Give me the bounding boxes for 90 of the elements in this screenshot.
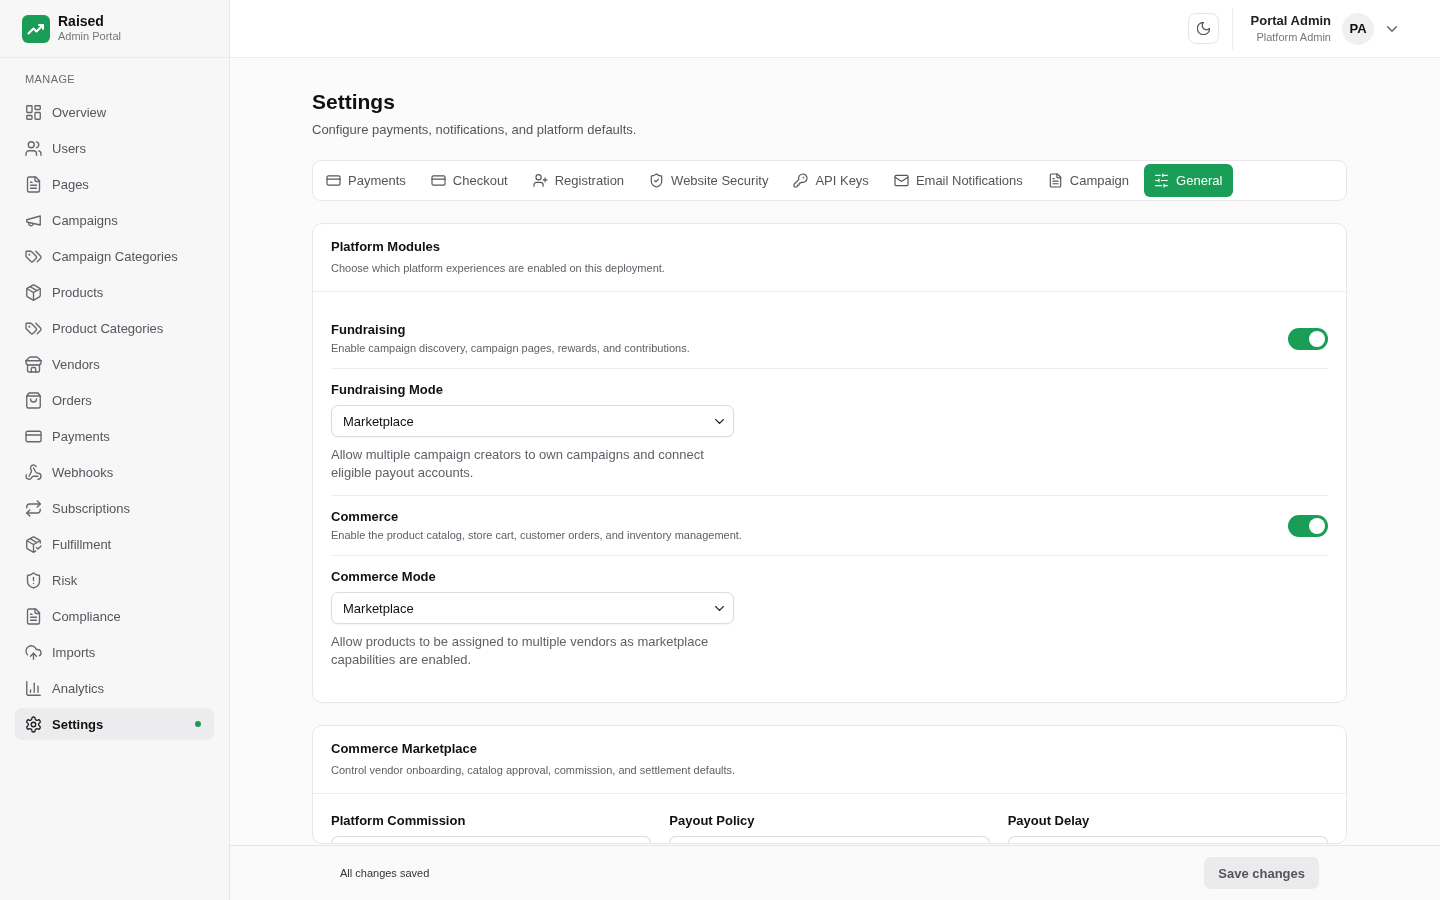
mail-icon [894, 174, 908, 187]
field-hint: Allow products to be assigned to multiple vendors as marketplace capabilities are enabled. [331, 633, 710, 669]
settings-icon [26, 716, 41, 732]
sidebar-item[interactable]: Product Categories [15, 312, 214, 344]
card-title: Platform Modules [331, 239, 442, 255]
card-description: Control vendor onboarding, catalog approval, commission, and settlement defaults. [331, 763, 737, 777]
avatar[interactable]: PA [1342, 12, 1374, 45]
webhook-icon [26, 464, 41, 480]
grid-icon [26, 104, 41, 120]
settings-tab[interactable]: Email Notifications [883, 164, 1034, 197]
document-icon [1048, 174, 1062, 187]
store-icon [26, 356, 41, 372]
setting-title: Fundraising [331, 322, 406, 338]
chevron-down-icon [715, 418, 724, 424]
input-field[interactable] [331, 836, 652, 843]
moon-icon [1196, 22, 1210, 35]
sidebar-item[interactable]: Subscriptions [15, 492, 214, 524]
toggle-switch[interactable] [1288, 514, 1328, 537]
sidebar-item[interactable]: Campaign Categories [15, 240, 214, 272]
sidebar-item[interactable]: Analytics [15, 672, 214, 704]
settings-tab[interactable]: Registration [522, 164, 636, 197]
card-icon [431, 174, 445, 187]
tags-icon [26, 320, 41, 336]
sidebar-item[interactable]: Vendors [15, 348, 214, 380]
field-label: Payout Policy [669, 813, 755, 829]
bar-chart-icon [26, 680, 41, 696]
setting-title: Commerce [331, 509, 399, 525]
document-icon [26, 176, 41, 192]
settings-tab[interactable]: API Keys [783, 164, 880, 197]
chevron-down-icon [715, 605, 724, 611]
brand-subtitle: Admin Portal [58, 30, 121, 45]
brand-name: Raised [58, 12, 105, 31]
settings-tab[interactable]: Checkout [420, 164, 519, 197]
megaphone-icon [26, 212, 41, 228]
sidebar-item[interactable]: Pages [15, 168, 214, 200]
setting-description: Enable campaign discovery, campaign pages, rewards, and contributions. [331, 341, 690, 355]
mode-select[interactable]: Marketplace [331, 405, 734, 437]
sidebar-item[interactable]: Imports [15, 636, 214, 668]
repeat-icon [26, 500, 41, 516]
cloud-upload-icon [26, 644, 41, 660]
page-subtitle: Configure payments, notifications, and platform defaults. [312, 122, 638, 138]
field-hint: Allow multiple campaign creators to own campaigns and connect eligible payout accounts. [331, 446, 705, 482]
mode-select[interactable]: Marketplace [331, 592, 734, 624]
settings-tab[interactable]: Campaign [1037, 164, 1141, 197]
key-icon [794, 174, 808, 187]
sidebar-item[interactable]: Orders [15, 384, 214, 416]
field-label: Commerce Mode [331, 569, 437, 585]
shield-alert-icon [26, 572, 41, 588]
trend-logo-icon [22, 14, 50, 43]
sidebar-item[interactable]: Products [15, 276, 214, 308]
card-icon [26, 428, 41, 444]
toggle-switch[interactable] [1288, 327, 1328, 350]
save-status: All changes saved [340, 867, 430, 879]
sidebar-item[interactable]: Webhooks [15, 456, 214, 488]
bag-icon [26, 392, 41, 408]
box-check-icon [26, 536, 41, 552]
field-label: Platform Commission [331, 813, 466, 829]
user-name: Portal Admin [1250, 12, 1331, 30]
document-icon [26, 608, 41, 624]
user-plus-icon [533, 174, 547, 187]
sidebar-item[interactable]: Overview [15, 96, 214, 128]
tags-icon [26, 248, 41, 264]
sidebar-item[interactable]: Settings [15, 708, 214, 740]
box-icon [26, 284, 41, 300]
shield-check-icon [650, 174, 664, 187]
settings-tab[interactable]: Website Security [639, 164, 780, 197]
chevron-down-icon[interactable] [1387, 25, 1397, 32]
field-label: Fundraising Mode [331, 382, 444, 398]
sliders-icon [1155, 174, 1169, 187]
field-label: Payout Delay [1007, 813, 1090, 829]
card-title: Commerce Marketplace [331, 741, 478, 757]
sidebar-item[interactable]: Users [15, 132, 214, 164]
sidebar-item[interactable]: Fulfillment [15, 528, 214, 560]
active-dot-icon [195, 721, 201, 727]
setting-description: Enable the product catalog, store cart, customer orders, and inventory management. [331, 528, 742, 542]
user-role: Platform Admin [1256, 29, 1331, 45]
sidebar-item[interactable]: Campaigns [15, 204, 214, 236]
page-title: Settings [312, 89, 396, 115]
users-icon [26, 140, 41, 156]
card-description: Choose which platform experiences are enabled on this deployment. [331, 261, 666, 275]
section-label: MANAGE [25, 72, 76, 86]
sidebar-item[interactable]: Payments [15, 420, 214, 452]
settings-tab[interactable]: Payments [316, 164, 417, 197]
sidebar-item[interactable]: Compliance [15, 600, 214, 632]
card-icon [327, 174, 340, 187]
input-field[interactable] [669, 836, 990, 843]
input-field[interactable] [1007, 836, 1328, 843]
sidebar-item[interactable]: Risk [15, 564, 214, 596]
theme-toggle-button[interactable] [1187, 13, 1219, 44]
settings-tab[interactable]: General [1144, 164, 1234, 197]
